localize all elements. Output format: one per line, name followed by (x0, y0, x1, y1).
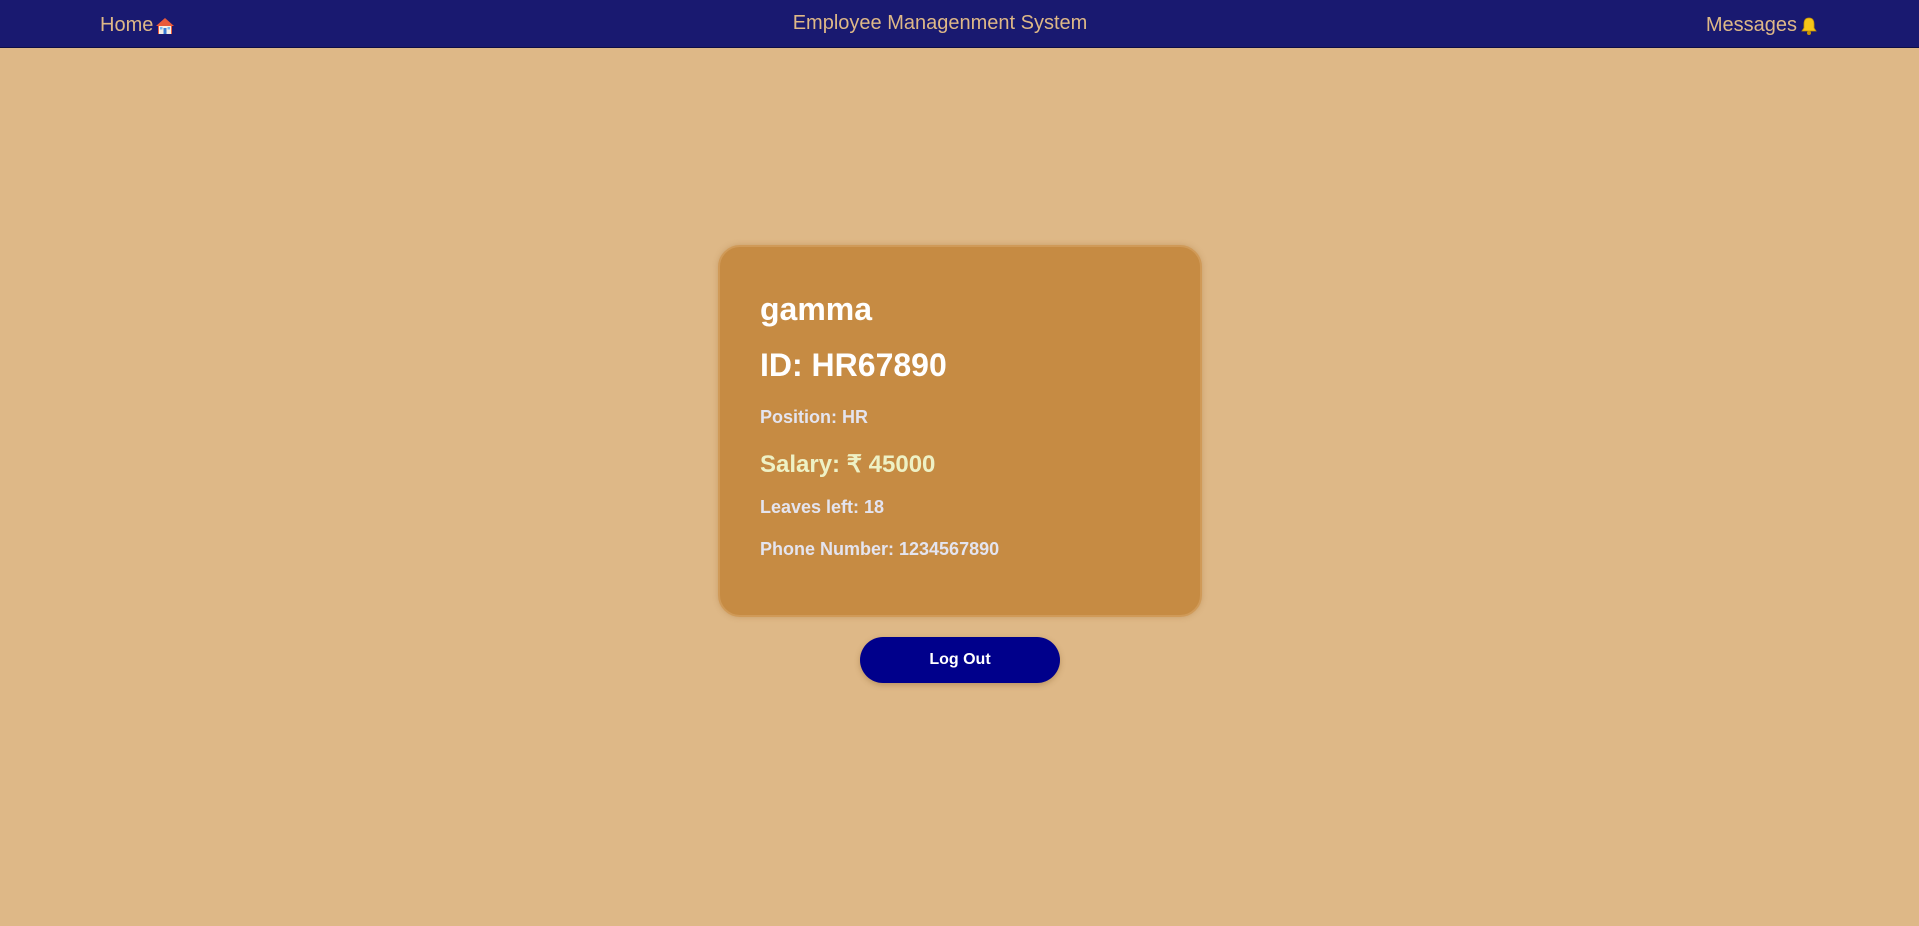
employee-phone: Phone Number: 1234567890 (760, 539, 1000, 559)
employee-name: gamma (760, 291, 873, 327)
bell-icon (1799, 16, 1819, 36)
messages-label: Messages (1705, 14, 1797, 36)
top-navbar: Home Employee Managenment System Message… (0, 0, 1919, 48)
employee-leaves: Leaves left: 18 (760, 497, 885, 517)
messages-link[interactable]: Messages (1706, 14, 1819, 37)
employee-card: gamma ID: HR67890 Position: HR Salary: ₹… (718, 245, 1202, 617)
employee-position: Position: HR (760, 407, 868, 427)
employee-id: ID: HR67890 (760, 347, 947, 383)
logout-button[interactable]: Log Out (860, 637, 1060, 683)
app-title: Employee Managenment System (792, 12, 1088, 34)
employee-salary: Salary: ₹ 45000 (760, 451, 936, 478)
